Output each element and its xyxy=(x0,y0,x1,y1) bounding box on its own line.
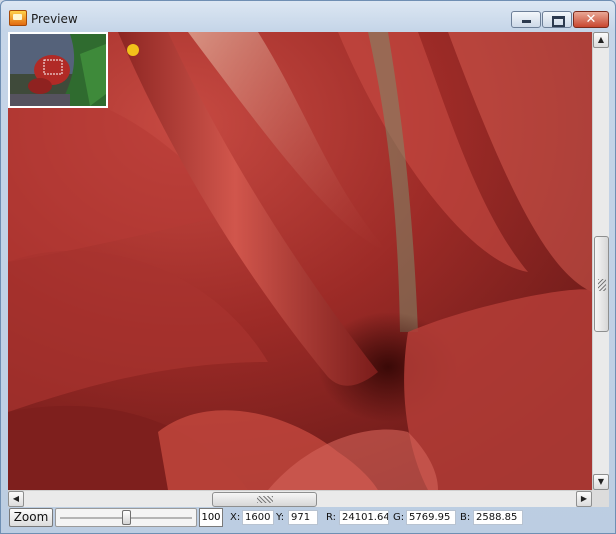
scroll-down-button[interactable]: ▼ xyxy=(593,474,609,490)
zoom-value: 100 xyxy=(199,508,223,527)
grip-icon xyxy=(257,496,273,503)
horizontal-scroll-thumb[interactable] xyxy=(212,492,317,507)
window-title: Preview xyxy=(31,12,78,26)
arrow-up-icon: ▲ xyxy=(597,35,605,44)
g-value: 5769.95 xyxy=(406,510,456,525)
y-coordinate: 971 xyxy=(288,510,318,525)
arrow-left-icon: ◀ xyxy=(12,494,20,503)
arrow-right-icon: ▶ xyxy=(580,494,588,503)
minimize-button[interactable] xyxy=(511,11,541,28)
vertical-scroll-thumb[interactable] xyxy=(594,236,609,332)
maximize-icon xyxy=(543,12,571,27)
app-icon[interactable] xyxy=(9,10,27,26)
status-bar: Zoom 100 X: 1600 Y: 971 R: 24101.64 G: 5… xyxy=(1,507,615,533)
close-icon: ✕ xyxy=(585,12,597,27)
arrow-down-icon: ▼ xyxy=(597,477,605,486)
g-label: G: xyxy=(393,512,405,523)
maximize-button[interactable] xyxy=(542,11,572,28)
b-label: B: xyxy=(460,512,471,523)
thumbnail-image xyxy=(10,34,106,106)
minimize-icon xyxy=(512,12,540,27)
scrollbar-corner xyxy=(592,490,609,507)
zoom-slider-thumb[interactable] xyxy=(122,510,131,525)
scroll-left-button[interactable]: ◀ xyxy=(8,491,24,507)
horizontal-scrollbar[interactable]: ◀ ▶ xyxy=(8,490,592,507)
y-label: Y: xyxy=(276,512,285,523)
preview-window: Preview ✕ ▲ ▼ ◀ ▶ Zoom 100 X: 1600 Y: 97… xyxy=(0,0,616,534)
vertical-scrollbar[interactable]: ▲ ▼ xyxy=(592,32,609,490)
scroll-right-button[interactable]: ▶ xyxy=(576,491,592,507)
r-label: R: xyxy=(326,512,337,523)
x-label: X: xyxy=(230,512,241,523)
zoom-button[interactable]: Zoom xyxy=(9,508,53,527)
grip-icon xyxy=(598,279,606,291)
scroll-up-button[interactable]: ▲ xyxy=(593,32,609,48)
image-viewport[interactable] xyxy=(8,32,592,490)
b-value: 2588.85 xyxy=(473,510,523,525)
title-bar[interactable]: Preview ✕ xyxy=(1,1,615,32)
navigator-thumbnail[interactable] xyxy=(8,32,108,108)
zoom-slider[interactable] xyxy=(55,508,197,527)
x-coordinate: 1600 xyxy=(242,510,274,525)
close-button[interactable]: ✕ xyxy=(573,11,609,28)
r-value: 24101.64 xyxy=(339,510,389,525)
